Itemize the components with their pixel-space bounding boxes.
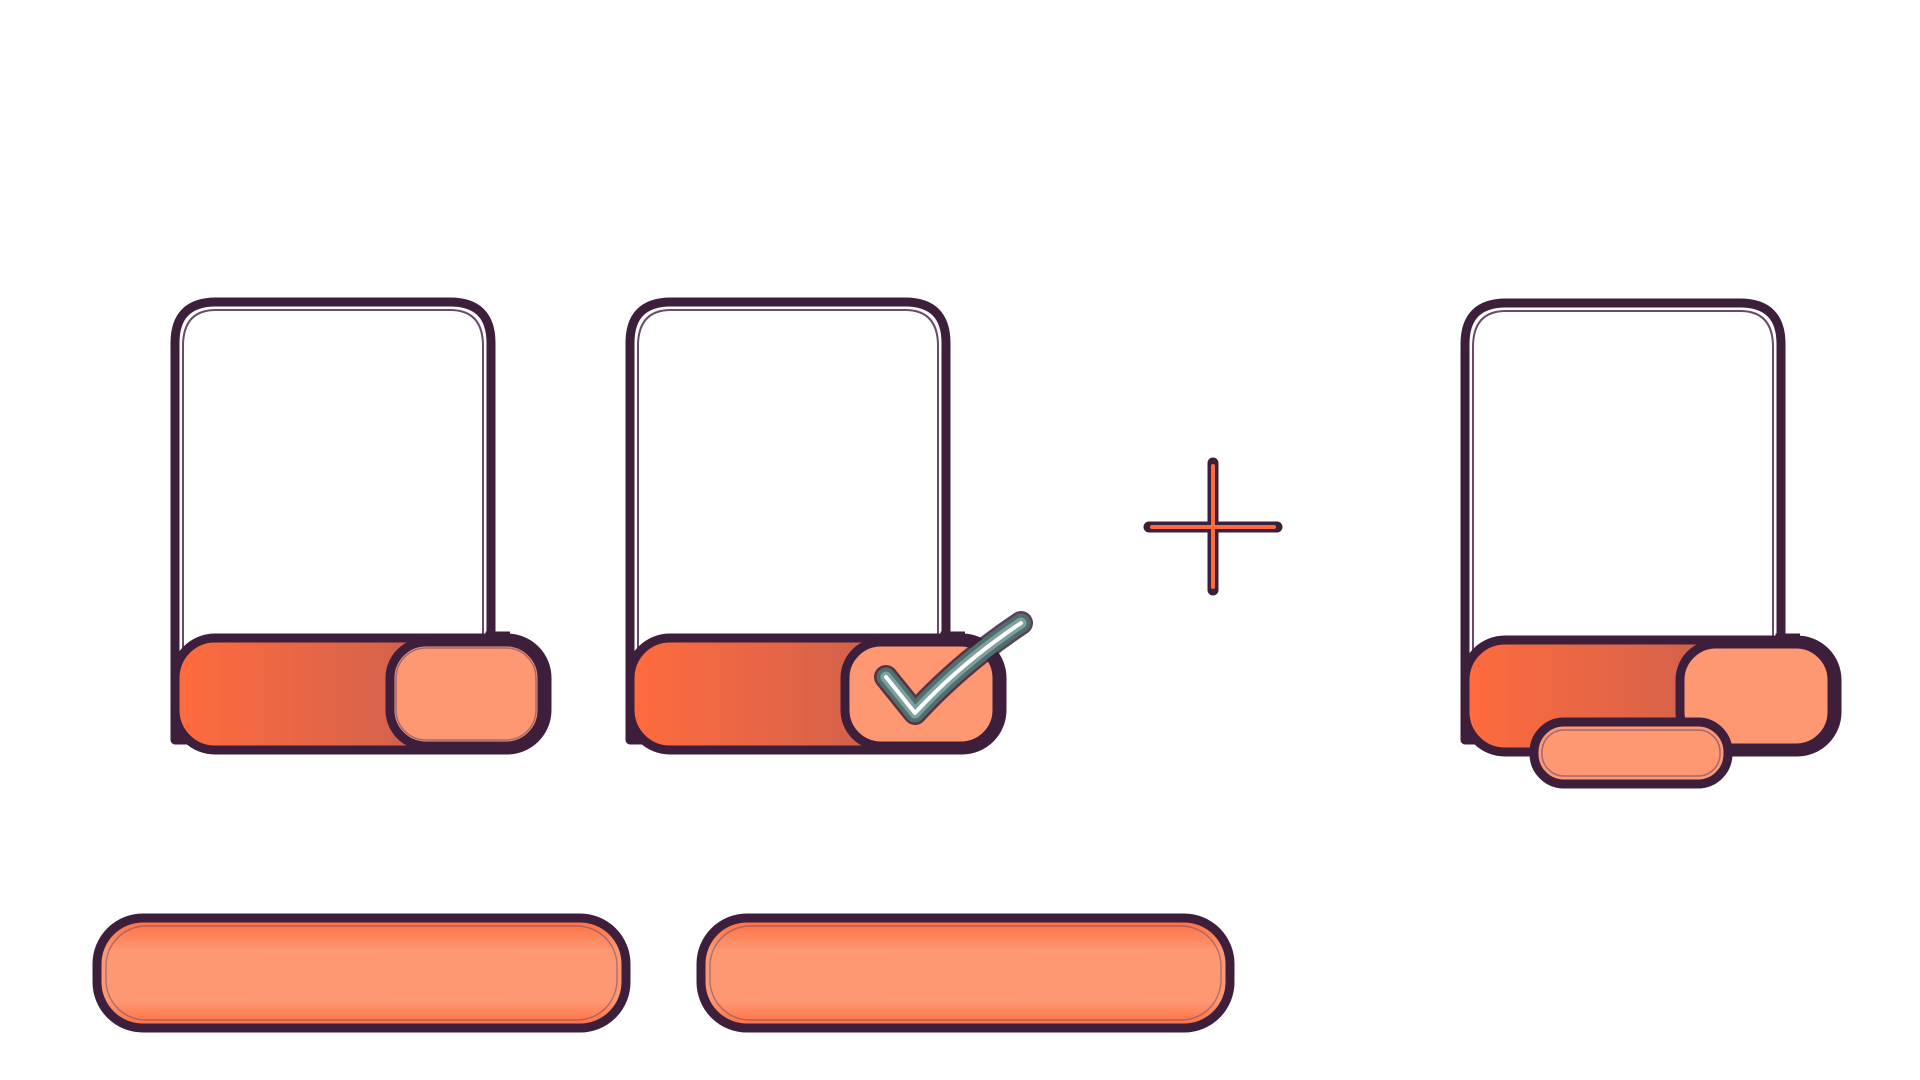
device-slider-icon — [170, 297, 552, 755]
left-pill-button[interactable] — [92, 913, 631, 1033]
device-slider-extra-icon — [1460, 298, 1842, 789]
device-slider-checked-icon — [625, 297, 1033, 755]
slider-knob — [385, 637, 547, 751]
right-pill-button[interactable] — [696, 913, 1235, 1033]
illustration-canvas — [0, 0, 1920, 1080]
illustration-svg — [92, 297, 1842, 1033]
plus-icon — [1143, 457, 1283, 596]
extra-pill — [1529, 717, 1733, 789]
